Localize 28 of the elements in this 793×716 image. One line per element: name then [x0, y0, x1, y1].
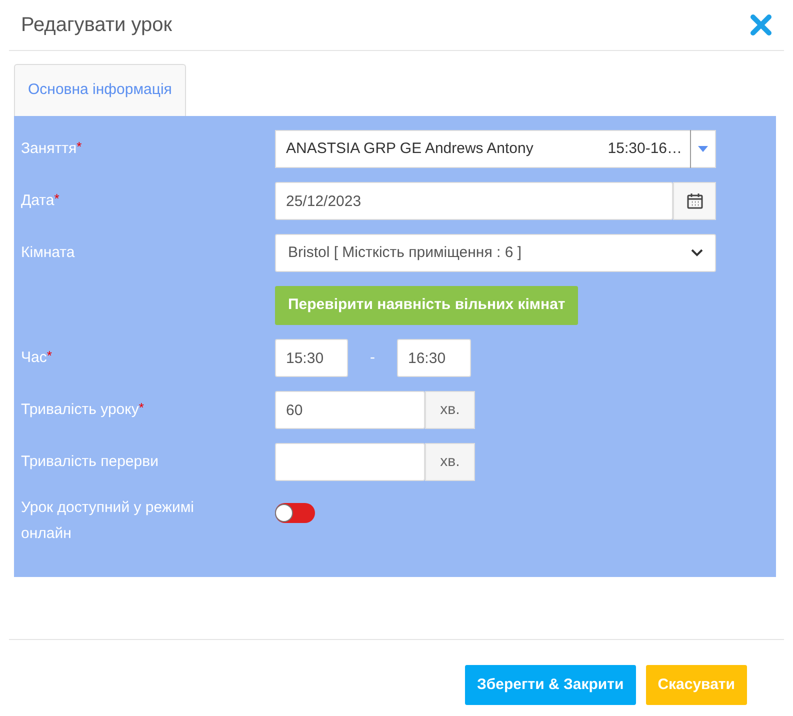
select-field[interactable]: Bristol [ Місткість приміщення : 6 ]	[275, 234, 716, 272]
required-mark: *	[76, 138, 82, 156]
field-label: Урок доступний у режимі онлайн	[21, 498, 195, 544]
unit-addon: хв.	[425, 391, 475, 429]
calendar-button[interactable]	[673, 182, 716, 220]
required-mark: *	[54, 190, 60, 206]
time-field[interactable]: 15:30	[275, 339, 348, 377]
toggle-switch[interactable]	[275, 503, 315, 523]
field-label: Заняття	[21, 139, 77, 159]
caret-icon	[698, 146, 708, 152]
dialog-title: Редагувати урок	[21, 13, 172, 38]
field-label: Тривалість перерви	[21, 452, 158, 472]
unit-addon: хв.	[425, 443, 475, 481]
required-mark: *	[138, 399, 144, 415]
field-label: Час	[21, 348, 47, 368]
field-label: Тривалість уроку	[21, 400, 139, 420]
duration-field[interactable]: 60	[275, 391, 425, 429]
select-field[interactable]: ANASTSIA GRP GE Andrews Antony 15:30-16…	[275, 130, 716, 168]
calendar-icon	[686, 193, 702, 209]
field-label: Кімната	[21, 243, 75, 263]
date-field[interactable]: 25/12/2023	[275, 182, 673, 220]
duration-field[interactable]	[275, 443, 425, 481]
field-label: Дата	[21, 191, 54, 211]
required-mark: *	[46, 347, 52, 365]
close-icon[interactable]	[750, 14, 772, 36]
separator-text: -	[369, 348, 376, 368]
time-field[interactable]: 16:30	[397, 339, 471, 377]
chevron-icon	[691, 249, 703, 257]
